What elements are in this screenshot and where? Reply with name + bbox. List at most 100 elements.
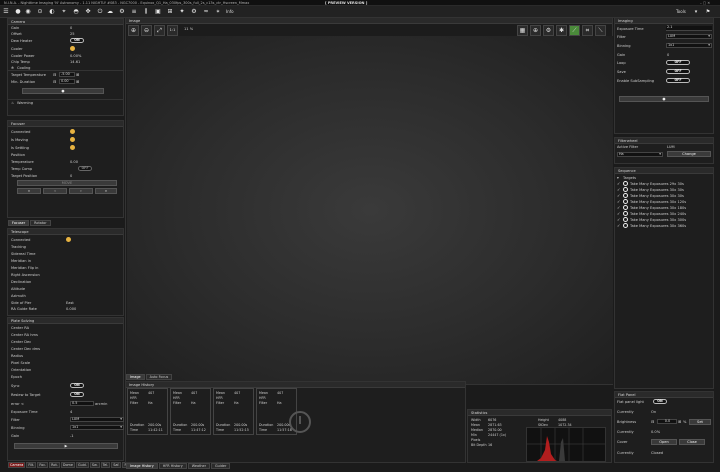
tab-focuser[interactable]: Foc. (37, 462, 49, 468)
step-forward-big-button[interactable]: » (95, 188, 117, 194)
tab-switch[interactable]: Sw. (89, 462, 100, 468)
focuser-icon[interactable]: ⊙ (36, 7, 44, 16)
tab-dome[interactable]: Dome (60, 462, 75, 468)
dome-icon[interactable]: ◓ (72, 7, 80, 16)
step-forward-button[interactable]: › (69, 188, 93, 194)
filterwheel-panel: Filterwheel Active Filter LUM Ha ▾ Change (614, 137, 714, 164)
image-panel: Image ⊕ ⊖ ⤢ 1:1 11 % ▦ ⊕ ⚙ ✱ ⟋ ⌗ ⟍ (125, 17, 613, 385)
cooling-start-button[interactable]: ● (22, 88, 104, 94)
zoom-out-icon[interactable]: ⊖ (141, 25, 152, 36)
binning-select[interactable]: 1x1 ▾ (70, 425, 124, 430)
flat-light-toggle[interactable]: ON (653, 399, 667, 404)
imaging-icon[interactable]: ⫼ (142, 7, 150, 16)
tab-image-history[interactable]: Image History (126, 463, 158, 469)
cover-close-button[interactable]: Close (679, 439, 705, 445)
minus-icon[interactable]: ⊟ (53, 79, 56, 85)
step-icon (623, 193, 628, 198)
image-canvas[interactable] (127, 36, 613, 384)
step-back-big-button[interactable]: « (17, 188, 41, 194)
sequence-icon[interactable]: ≡ (130, 7, 138, 16)
minus-icon[interactable]: ⊟ (651, 419, 654, 425)
tab-camera[interactable]: Camera (8, 462, 26, 468)
annotate-icon[interactable]: ⟍ (595, 25, 606, 36)
plus-icon[interactable]: ⊞ (76, 79, 79, 85)
framing-icon[interactable]: ⊞ (166, 7, 174, 16)
tools-label[interactable]: Tools (676, 8, 692, 15)
log-icon[interactable]: ≈ (202, 7, 210, 16)
zoom-in-icon[interactable]: ⊕ (128, 25, 139, 36)
flatwizard-icon[interactable]: ▣ (154, 7, 162, 16)
one-to-one-button[interactable]: 1:1 (167, 25, 178, 36)
settings-icon[interactable]: ✶ (214, 7, 222, 16)
solve-button[interactable]: ▶ (14, 443, 118, 449)
save-toggle[interactable]: OFF (666, 69, 690, 74)
grid-icon[interactable]: ▦ (517, 25, 528, 36)
weather-icon[interactable]: ☁ (106, 7, 114, 16)
minus-icon[interactable]: ⊟ (53, 72, 56, 78)
cooler-row: Cooler (8, 46, 123, 52)
tab-guider[interactable]: Guid. (75, 462, 89, 468)
tab-filter[interactable]: Filt. (26, 462, 37, 468)
history-card[interactable]: Mean 407 HFR Filter Ha Duration 200.00s Tim… (213, 388, 254, 435)
tab-rotator[interactable]: Rotator (30, 220, 51, 226)
step-back-button[interactable]: ‹ (43, 188, 67, 194)
capture-button[interactable]: ● (619, 96, 709, 102)
tab-image[interactable]: Image (126, 374, 145, 380)
tab-guider[interactable]: Guider (211, 463, 231, 469)
image-history-panel: Image History Mean 407 HFR Filter Ha Durat… (125, 381, 466, 463)
telescope-icon[interactable]: ⌖ (60, 7, 68, 16)
rotator-icon[interactable]: ◐ (48, 7, 56, 16)
loop-toggle[interactable]: OFF (666, 60, 690, 65)
exposure-time-input[interactable]: 2.1 (666, 25, 712, 31)
zoom-level: 11 % (184, 27, 194, 31)
error-input[interactable]: 0.5 (70, 401, 94, 406)
history-card[interactable]: Mean 407 HFR Filter Ha Duration 200.00s Tim… (170, 388, 211, 435)
temp-comp-toggle[interactable]: OFF (78, 166, 92, 171)
stretch-icon[interactable]: ⟋ (569, 25, 580, 36)
dew-heater-toggle[interactable]: ON (70, 38, 84, 43)
brightness-input[interactable]: 0.0 (657, 419, 677, 424)
plus-icon[interactable]: ⊞ (678, 419, 681, 425)
reslew-toggle[interactable]: ON (70, 392, 84, 397)
min-duration-input[interactable]: 0.00 (59, 79, 75, 84)
switch-icon[interactable]: ⏻ (96, 7, 104, 16)
camera-panel: Camera Gain 0 Offset 25 Dew Heater ON Coole… (7, 18, 124, 116)
tab-hfr-history[interactable]: HFR History (158, 463, 187, 469)
debayer-icon[interactable]: ⌗ (582, 25, 593, 36)
filter-change-select[interactable]: Ha ▾ (617, 152, 663, 157)
tab-focuser[interactable]: Focuser (8, 220, 30, 226)
skyatlas-icon[interactable]: ✦ (178, 7, 186, 16)
sequence-item[interactable]: ✓ Take Many Exposures 30x 360s (615, 223, 713, 229)
change-filter-button[interactable]: Change (667, 151, 711, 157)
gear-icon[interactable]: ⚙ (543, 25, 554, 36)
info-label[interactable]: Info (226, 8, 244, 15)
filterwheel-icon[interactable]: ◉ (24, 7, 32, 16)
imaging-filter-select[interactable]: LUM ▾ (666, 34, 712, 39)
camera-icon[interactable]: ● (14, 7, 22, 16)
crosshair-icon[interactable]: ⊕ (530, 25, 541, 36)
brightness-set-button[interactable]: Set (689, 419, 711, 425)
tab-rotator[interactable]: Rot. (49, 462, 60, 468)
tab-telescope[interactable]: Tel. (100, 462, 111, 468)
imaging-binning-select[interactable]: 1x1 ▾ (666, 43, 712, 48)
chevron-down-icon[interactable]: ▾ (692, 7, 700, 16)
safety-icon[interactable]: ⚙ (118, 7, 126, 16)
guider-icon[interactable]: ✥ (84, 7, 92, 16)
history-card[interactable]: Mean 407 HFR Filter Ha Duration 200.00s Tim… (127, 388, 168, 435)
target-temp-input[interactable]: -5.00 (59, 72, 75, 77)
move-button[interactable]: MOVE (17, 180, 117, 186)
plus-icon[interactable]: ⊞ (76, 72, 79, 78)
focuser-connected-dot (70, 129, 75, 134)
pin-icon[interactable]: ⚑ (704, 7, 712, 16)
menu-icon[interactable]: ☰ (2, 7, 10, 16)
cover-open-button[interactable]: Open (651, 439, 677, 445)
subsampling-toggle[interactable]: OFF (666, 78, 690, 83)
tab-auto-focus[interactable]: Auto Focus (145, 374, 173, 380)
options-icon[interactable]: ⚙ (190, 7, 198, 16)
filter-select[interactable]: LUM ▾ (70, 417, 124, 422)
tab-safety[interactable]: Saf. (111, 462, 122, 468)
sync-toggle[interactable]: ON (70, 383, 84, 388)
fit-icon[interactable]: ⤢ (154, 25, 165, 36)
tab-weather[interactable]: Weather (187, 463, 211, 469)
star-icon[interactable]: ✱ (556, 25, 567, 36)
